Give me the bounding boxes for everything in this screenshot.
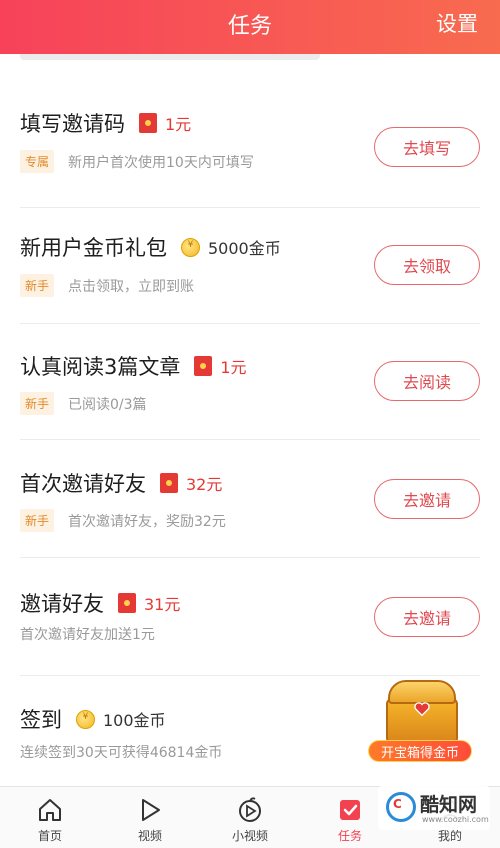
task-title: 填写邀请码 1元 [20, 111, 192, 136]
task-description: 首次邀请好友加送1元 [20, 627, 155, 643]
task-reward: 31元 [118, 591, 180, 615]
red-packet-icon [160, 473, 178, 493]
invite-friends-button[interactable]: 去邀请 [374, 597, 480, 637]
red-packet-icon [194, 356, 213, 376]
task-description: 已阅读0/3篇 [68, 396, 147, 413]
coin-icon [181, 237, 200, 257]
tab-video[interactable]: 视频 [100, 787, 200, 848]
top-header: 任务 设置 [0, 0, 500, 54]
read-articles-button[interactable]: 去阅读 [374, 361, 480, 401]
task-reward: 1元 [194, 354, 247, 378]
task-reward: 32元 [160, 471, 222, 495]
small-video-icon [239, 797, 261, 822]
task-title: 签到 100金币 [20, 704, 166, 734]
task-item-new-user-coin-pack: 新用户金币礼包 5000金币 新手 点击领取，立即到账 去领取 [0, 208, 500, 324]
first-invite-button[interactable]: 去邀请 [374, 479, 480, 519]
task-reward: 1元 [139, 111, 191, 135]
settings-button[interactable]: 设置 [436, 8, 478, 38]
open-treasure-chest-button[interactable]: 开宝箱得金币 [366, 676, 476, 768]
task-description: 首次邀请好友，奖励32元 [68, 513, 226, 530]
play-icon [142, 799, 160, 821]
watermark: C 酷知网 www.coozhi.com [378, 786, 490, 830]
claim-coin-pack-button[interactable]: 去领取 [374, 245, 480, 285]
tab-home[interactable]: 首页 [0, 787, 100, 848]
task-item-invite-friends: 邀请好友 31元 首次邀请好友加送1元 去邀请 [0, 560, 500, 676]
red-packet-icon [118, 593, 136, 613]
heart-icon [414, 702, 430, 717]
watermark-name: 酷知网 [420, 794, 478, 816]
task-tag: 新手 [20, 392, 55, 415]
partially-visible-row [0, 54, 500, 64]
task-reward: 5000金币 [181, 235, 281, 259]
task-item-read-articles: 认真阅读3篇文章 1元 新手 已阅读0/3篇 去阅读 [0, 324, 500, 440]
treasure-label: 开宝箱得金币 [368, 740, 472, 762]
task-item-first-invite: 首次邀请好友 32元 新手 首次邀请好友，奖励32元 去邀请 [0, 442, 500, 558]
task-tag: 新手 [20, 509, 55, 532]
watermark-url: www.coozhi.com [422, 815, 489, 824]
task-tag: 新手 [20, 274, 55, 297]
fill-invite-code-button[interactable]: 去填写 [374, 127, 480, 167]
task-description: 连续签到30天可获得46814金币 [20, 745, 223, 761]
task-check-icon [340, 800, 360, 820]
task-title: 首次邀请好友 32元 [20, 471, 223, 496]
task-title: 新用户金币礼包 5000金币 [20, 232, 281, 262]
task-title: 邀请好友 31元 [20, 591, 181, 616]
home-icon [39, 799, 61, 821]
task-description: 新用户首次使用10天内可填写 [68, 154, 254, 171]
tab-small-video[interactable]: 小视频 [200, 787, 300, 848]
task-tag: 专属 [20, 150, 55, 173]
task-title: 认真阅读3篇文章 1元 [20, 354, 247, 379]
divider [20, 439, 480, 440]
task-reward: 100金币 [76, 707, 166, 731]
divider [20, 557, 480, 558]
coin-icon [76, 709, 95, 729]
red-packet-icon [139, 113, 157, 133]
task-item-invite-code: 填写邀请码 1元 专属 新用户首次使用10天内可填写 去填写 [0, 92, 500, 208]
page-title: 任务 [227, 14, 272, 39]
task-description: 点击领取，立即到账 [68, 278, 195, 295]
